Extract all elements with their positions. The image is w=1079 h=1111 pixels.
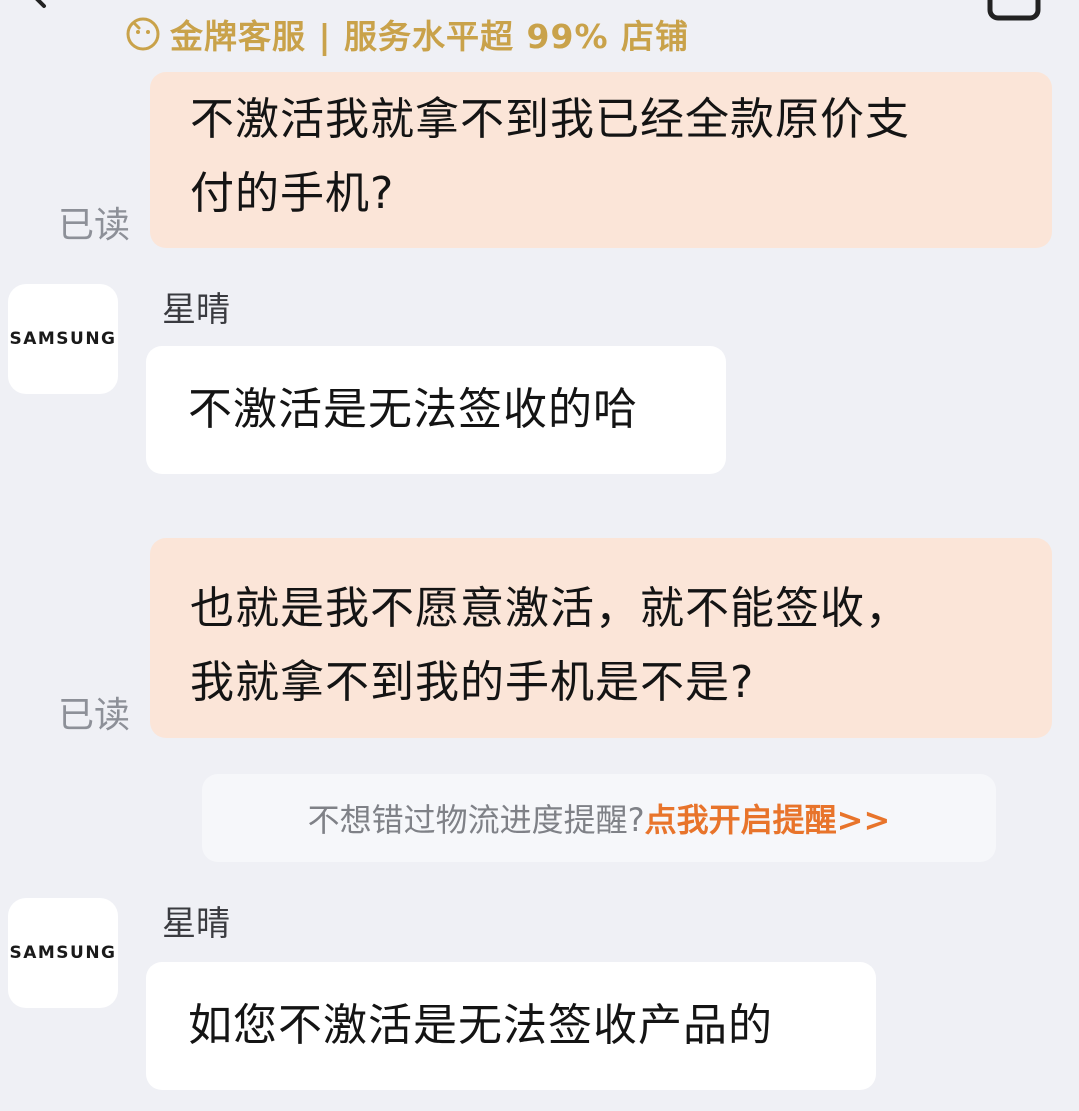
incoming-message-bubble[interactable]: 不激活是无法签收的哈	[146, 346, 726, 474]
message-text: 也就是我不愿意激活，就不能签收， 我就拿不到我的手机是不是?	[190, 583, 910, 708]
square-icon[interactable]	[986, 0, 1042, 22]
sender-name: 星晴	[162, 904, 230, 944]
incoming-message-bubble[interactable]: 如您不激活是无法签收产品的	[146, 962, 876, 1090]
outgoing-message-bubble[interactable]: 不激活我就拿不到我已经全款原价支 付的手机?	[150, 72, 1052, 248]
read-receipt: 已读	[58, 695, 131, 736]
read-receipt: 已读	[58, 205, 131, 246]
message-text: 如您不激活是无法签收产品的	[188, 1000, 773, 1051]
enable-reminder-link[interactable]: 点我开启提醒>>	[645, 795, 891, 841]
chat-screen: 金牌客服 | 服务水平超 99% 店铺 不激活我就拿不到我已经全款原价支 付的手…	[0, 0, 1079, 1111]
service-badge: 金牌客服 | 服务水平超 99% 店铺	[124, 12, 689, 56]
smile-coin-icon	[126, 17, 160, 51]
service-badge-text: 金牌客服 | 服务水平超 99% 店铺	[170, 17, 689, 56]
sender-name: 星晴	[162, 290, 230, 330]
outgoing-message-bubble[interactable]: 也就是我不愿意激活，就不能签收， 我就拿不到我的手机是不是?	[150, 538, 1052, 738]
logistics-reminder-notice: 不想错过物流进度提醒? 点我开启提醒>>	[202, 774, 996, 862]
avatar[interactable]: SAMSUNG	[8, 284, 118, 394]
message-text: 不激活我就拿不到我已经全款原价支 付的手机?	[190, 94, 910, 219]
notice-text: 不想错过物流进度提醒?	[307, 801, 645, 839]
samsung-logo: SAMSUNG	[9, 943, 117, 963]
samsung-logo: SAMSUNG	[9, 329, 117, 349]
avatar[interactable]: SAMSUNG	[8, 898, 118, 1008]
chevron-left-icon[interactable]	[12, 0, 56, 10]
message-text: 不激活是无法签收的哈	[188, 384, 638, 435]
